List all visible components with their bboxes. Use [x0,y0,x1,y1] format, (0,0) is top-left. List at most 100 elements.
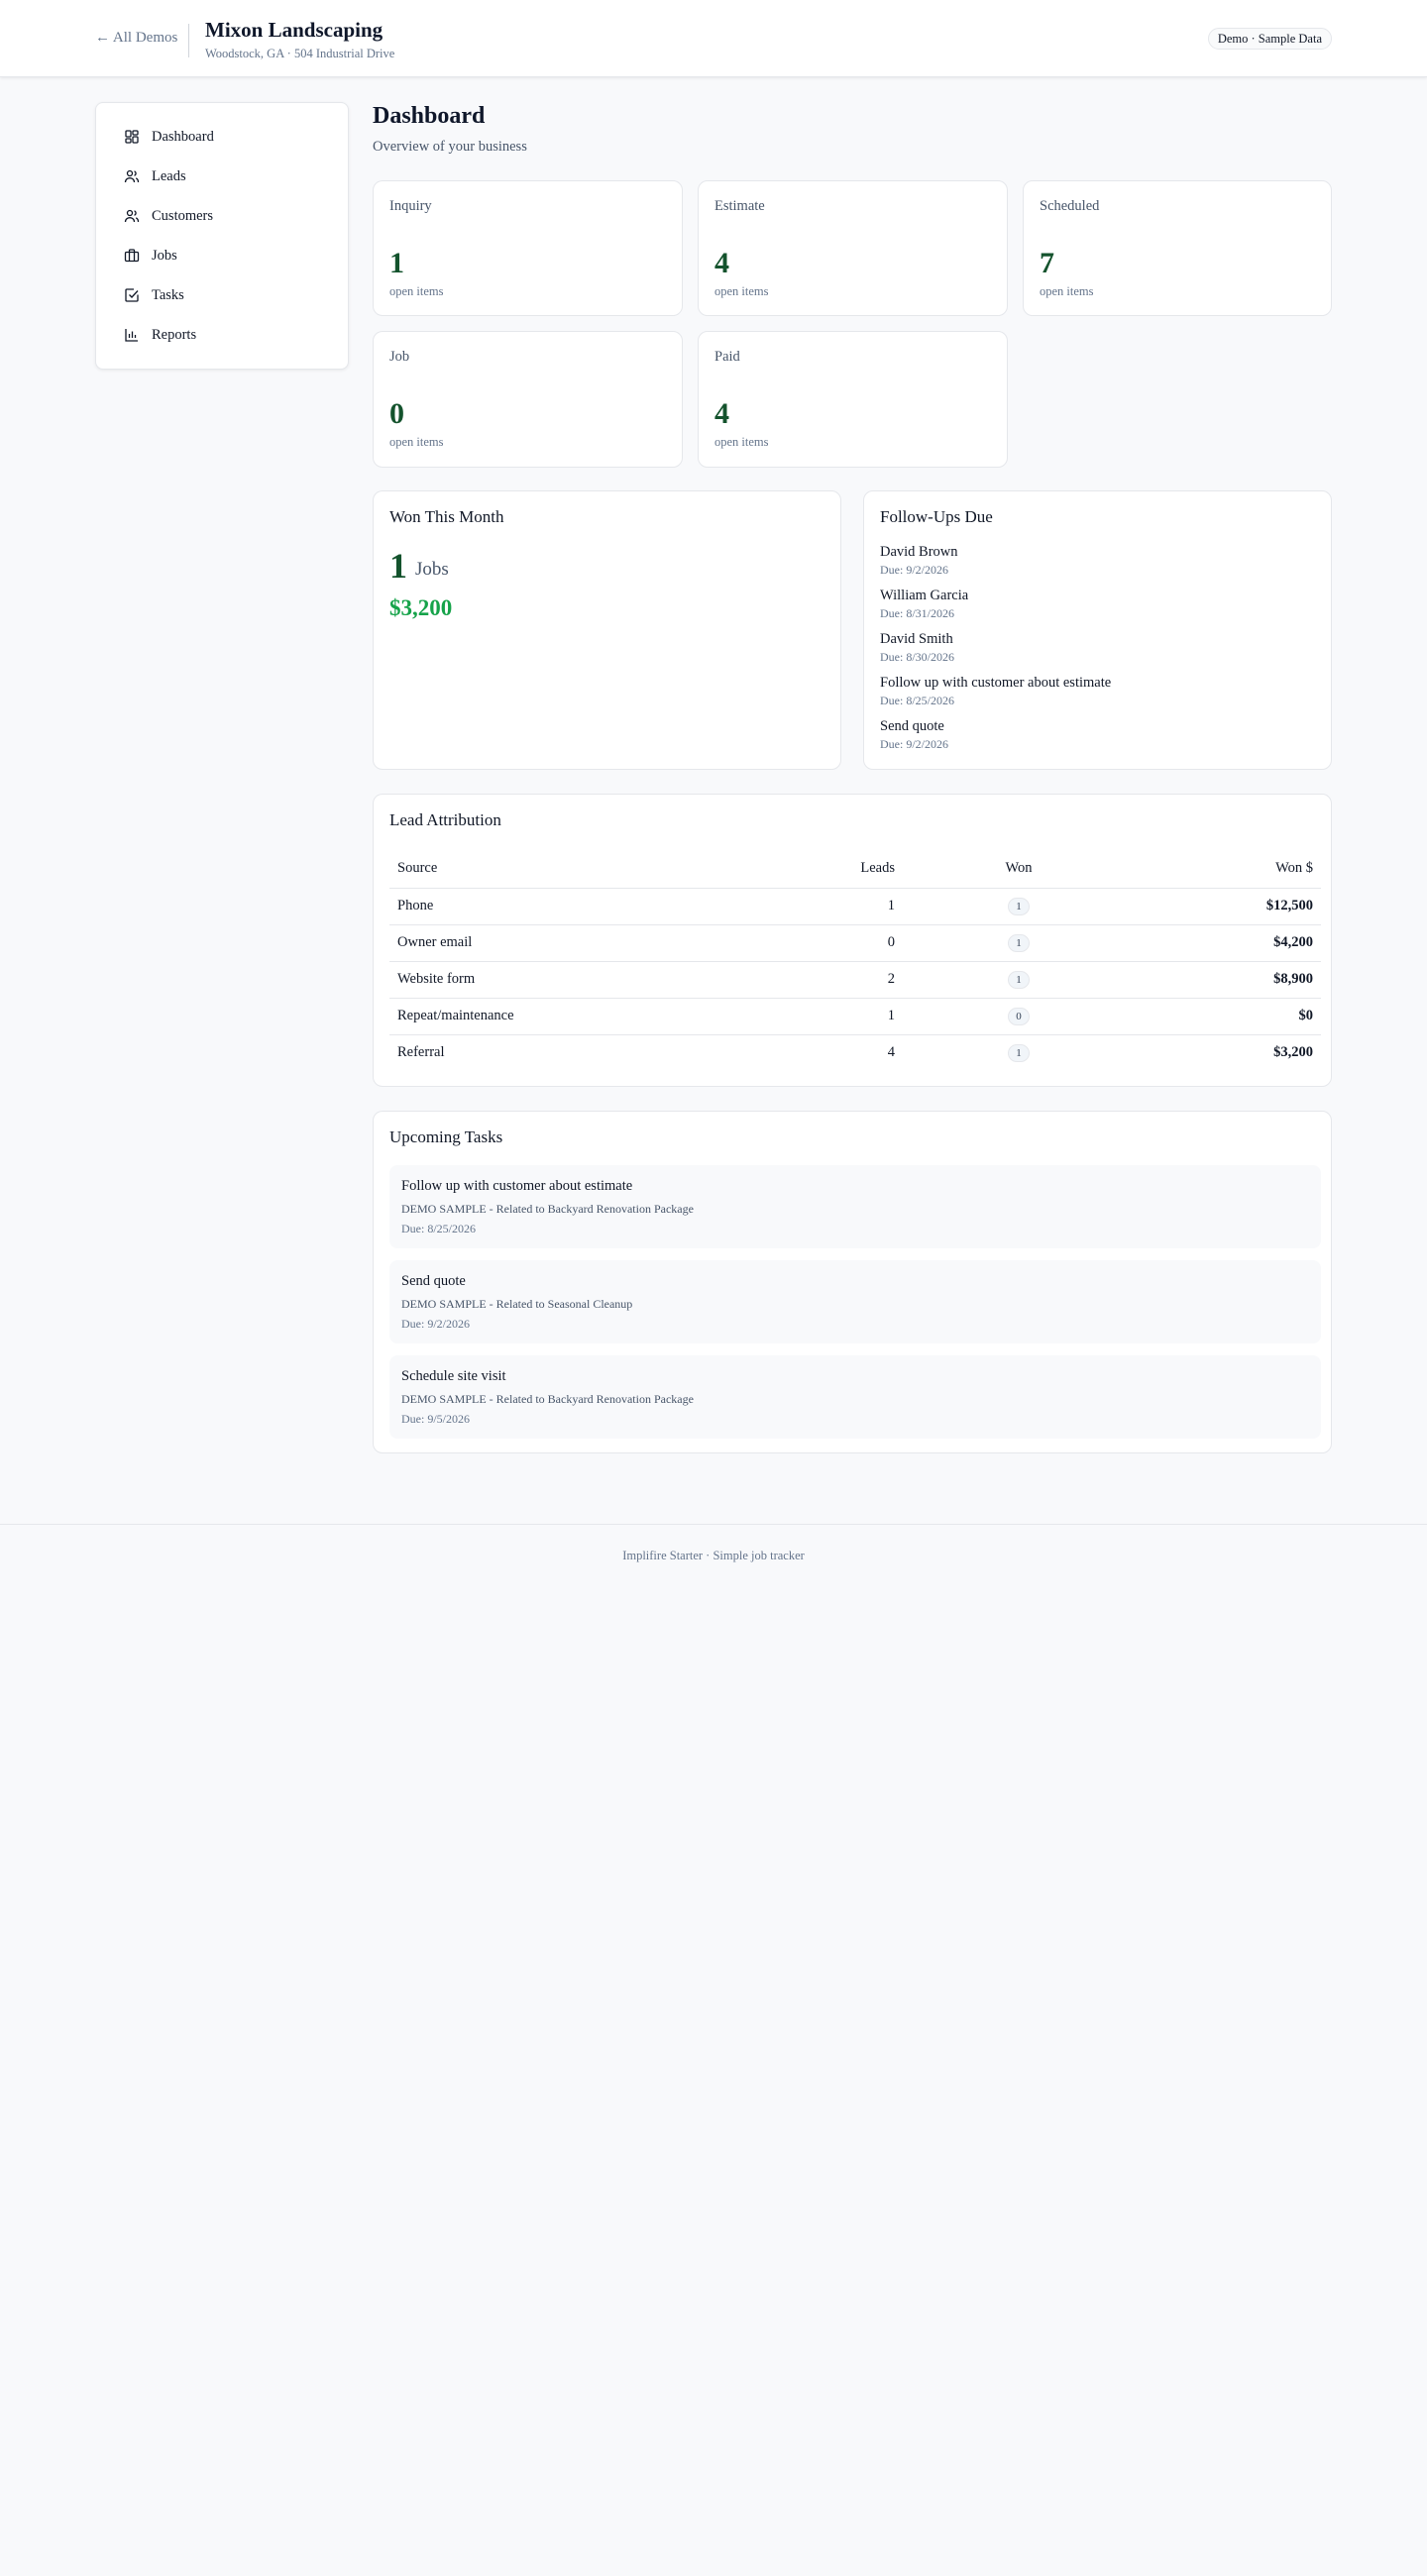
sidebar-item-label: Tasks [152,286,184,303]
follow-ups-card: Follow-Ups Due David Brown Due: 9/2/2026… [863,490,1332,770]
stage-card-scheduled[interactable]: Scheduled 7 open items [1023,180,1332,316]
column-header-leads: Leads [716,850,895,889]
won-cell: 1 [895,888,1143,925]
won-count: 1 [389,546,407,586]
task-due: Due: 9/2/2026 [401,1317,470,1331]
sidebar-item-leads[interactable]: Leads [96,157,348,196]
stage-card-job[interactable]: Job 0 open items [373,331,683,468]
sidebar-item-reports[interactable]: Reports [96,315,348,355]
task-title: Follow up with customer about estimate [401,1178,633,1194]
leads-cell: 0 [716,924,895,962]
follow-up-due: Due: 8/30/2026 [880,650,954,664]
won-amount: $3,200 [389,595,453,620]
follow-up-due: Due: 8/25/2026 [880,694,954,707]
stage-note: open items [1040,284,1094,298]
won-amount-cell: $0 [1143,998,1321,1035]
column-header-won: Won [895,850,1143,889]
task-item[interactable]: Schedule site visit DEMO SAMPLE - Relate… [389,1355,1321,1439]
bar-chart-icon [124,327,140,343]
follow-up-due: Due: 9/2/2026 [880,737,948,751]
source-cell: Phone [389,888,716,925]
won-count-badge: 1 [1008,970,1030,989]
page-title: Dashboard [373,103,486,129]
follow-up-item[interactable]: Follow up with customer about estimate D… [880,674,1316,717]
header-divider [188,24,189,57]
stage-count: 1 [389,247,404,279]
column-header-source: Source [389,850,716,889]
table-row: Repeat/maintenance 1 0 $0 [389,998,1321,1035]
business-location: Woodstock, GA · 504 Industrial Drive [205,47,395,60]
sidebar-item-label: Jobs [152,247,177,264]
follow-up-list: David Brown Due: 9/2/2026 William Garcia… [880,543,1316,761]
source-cell: Referral [397,1044,445,1061]
task-title: Schedule site visit [401,1368,506,1384]
task-related: DEMO SAMPLE - Related to Backyard Renova… [401,1202,694,1216]
dashboard-icon [124,129,140,145]
check-square-icon [124,287,140,303]
task-due: Due: 8/25/2026 [401,1222,476,1235]
upcoming-tasks-card: Upcoming Tasks Follow up with customer a… [373,1111,1332,1453]
card-title: Won This Month [389,507,504,526]
leads-cell: 1 [716,998,895,1035]
business-name: Mixon Landscaping [205,18,384,42]
briefcase-icon [124,248,140,264]
users-icon [124,208,140,224]
sidebar-item-dashboard[interactable]: Dashboard [96,117,348,157]
follow-up-name: William Garcia [880,588,969,603]
source-cell: Owner email [389,924,716,962]
card-title: Upcoming Tasks [389,1127,503,1146]
table-row: Phone 1 1 $12,500 [389,888,1321,925]
leads-cell: 2 [716,961,895,999]
won-amount-cell: $3,200 [1273,1044,1313,1061]
task-related: DEMO SAMPLE - Related to Seasonal Cleanu… [401,1297,633,1311]
stage-card-inquiry[interactable]: Inquiry 1 open items [373,180,683,316]
sidebar-item-label: Reports [152,326,197,343]
source-cell: Repeat/maintenance [389,998,716,1035]
stage-count: 0 [389,397,404,430]
page-subtitle: Overview of your business [373,139,527,155]
stage-count: 7 [1040,247,1054,279]
sidebar-item-jobs[interactable]: Jobs [96,236,348,275]
task-item[interactable]: Send quote DEMO SAMPLE - Related to Seas… [389,1260,1321,1343]
won-amount-cell: $8,900 [1143,961,1321,999]
task-due: Due: 9/5/2026 [401,1412,470,1426]
top-header: ← All Demos Mixon Landscaping Woodstock,… [0,0,1427,77]
follow-up-item[interactable]: Send quote Due: 9/2/2026 [880,717,1316,761]
page-footer: Implifire Starter · Simple job tracker [0,1524,1427,1593]
follow-up-name: David Brown [880,544,958,560]
leads-cell: 4 [887,1044,895,1061]
demo-badge: Demo · Sample Data [1207,28,1332,50]
task-title: Send quote [401,1273,466,1289]
won-unit: Jobs [415,559,449,580]
sidebar-item-customers[interactable]: Customers [96,196,348,236]
table-row: Referral 4 1 $3,200 [389,1034,1321,1071]
sidebar-item-tasks[interactable]: Tasks [96,275,348,315]
won-this-month-card: Won This Month 1 Jobs $3,200 [373,490,841,770]
stage-count: 4 [714,397,729,430]
all-demos-link[interactable]: ← All Demos [95,30,177,47]
sidebar-nav: Dashboard Leads Customers Jobs Tasks Rep… [95,102,349,370]
table-row: Owner email 0 1 $4,200 [389,924,1321,962]
task-list: Follow up with customer about estimate D… [389,1165,1321,1450]
won-amount-cell: $4,200 [1143,924,1321,962]
stage-label: Inquiry [389,198,432,214]
won-cell: 0 [895,998,1143,1035]
follow-up-item[interactable]: David Smith Due: 8/30/2026 [880,630,1316,674]
follow-up-item[interactable]: David Brown Due: 9/2/2026 [880,543,1316,587]
stage-count: 4 [714,247,729,279]
attribution-table: Source Leads Won Won $ Phone 1 1 $12,500… [389,850,1321,1071]
lead-attribution-card: Lead Attribution Source Leads Won Won $ … [373,794,1332,1087]
task-related: DEMO SAMPLE - Related to Backyard Renova… [401,1392,694,1406]
won-cell: 1 [895,961,1143,999]
table-row: Website form 2 1 $8,900 [389,961,1321,999]
column-header-won-amount: Won $ [1143,850,1321,889]
footer-text: Implifire Starter · Simple job tracker [622,1549,805,1562]
stage-label: Job [389,349,410,365]
follow-up-item[interactable]: William Garcia Due: 8/31/2026 [880,587,1316,630]
source-cell: Website form [389,961,716,999]
won-count-badge: 1 [1008,933,1030,952]
won-cell: 1 [895,1034,1143,1071]
stage-card-paid[interactable]: Paid 4 open items [698,331,1008,468]
task-item[interactable]: Follow up with customer about estimate D… [389,1165,1321,1248]
stage-card-estimate[interactable]: Estimate 4 open items [698,180,1008,316]
